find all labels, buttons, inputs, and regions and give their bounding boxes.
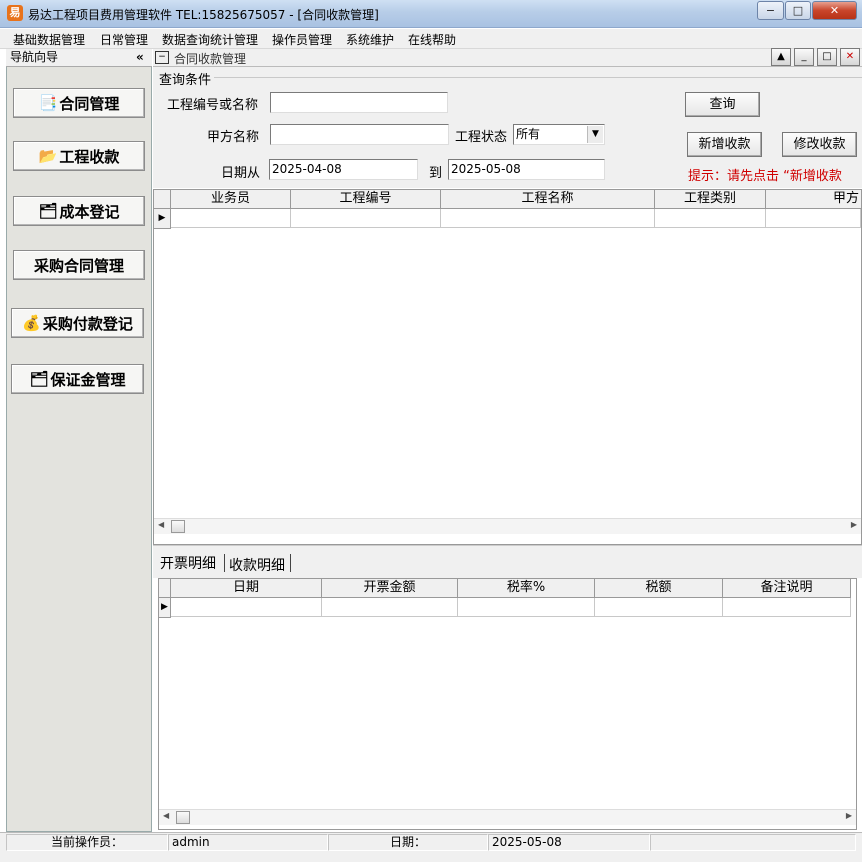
table-cell[interactable] [171, 209, 291, 228]
app-icon: 易 [7, 5, 23, 21]
detail-col-date[interactable]: 日期 [171, 579, 322, 598]
tab-divider [224, 554, 225, 572]
minimize-button[interactable]: − [757, 1, 784, 20]
child-scroll-up-icon[interactable]: ▲ [771, 48, 791, 66]
scroll-left-icon[interactable]: ◀ [158, 520, 164, 529]
hint-text: 提示：请先点击 “新增收款 [688, 169, 842, 184]
scroll-left-icon[interactable]: ◀ [163, 811, 169, 820]
search-button[interactable]: 查询 [685, 92, 760, 117]
party-label: 甲方名称 [207, 130, 260, 145]
project-label: 工程编号或名称 [167, 98, 259, 113]
scroll-thumb[interactable] [176, 811, 190, 824]
table-cell[interactable] [171, 598, 322, 617]
maximize-button[interactable]: □ [785, 1, 811, 20]
main-col-salesman[interactable]: 业务员 [171, 190, 291, 209]
detail-grid-hscrollbar[interactable]: ◀ ▶ [159, 809, 856, 825]
child-close-button[interactable]: ✕ [840, 48, 860, 66]
menu-daily[interactable]: 日常管理 [100, 31, 148, 48]
date-from-input[interactable]: 2025-04-08 [269, 159, 418, 180]
add-receipt-button[interactable]: 新增收款 [687, 132, 762, 157]
scroll-right-icon[interactable]: ▶ [846, 811, 852, 820]
main-col-project-no[interactable]: 工程编号 [291, 190, 441, 209]
chevron-down-icon[interactable]: ▼ [587, 126, 603, 143]
folder-icon: 📂 [38, 147, 58, 165]
table-cell[interactable] [766, 209, 861, 228]
status-date-label: 日期： [328, 834, 488, 851]
scroll-right-icon[interactable]: ▶ [851, 520, 857, 529]
nav-item-label: 采购付款登记 [42, 314, 133, 333]
detail-col-tax-rate[interactable]: 税率% [458, 579, 595, 598]
table-cell[interactable] [441, 209, 655, 228]
row-pointer-icon: ▶ [159, 598, 171, 618]
table-cell[interactable] [322, 598, 458, 617]
nav-item-contract[interactable]: 📑 合同管理 [13, 88, 145, 118]
table-cell[interactable] [458, 598, 595, 617]
table-cell[interactable] [291, 209, 441, 228]
status-select-value: 所有 [516, 127, 541, 141]
cost-icon: 🗂 [38, 202, 58, 220]
menu-basic-data[interactable]: 基础数据管理 [13, 31, 85, 48]
main-grid-corner [154, 190, 171, 209]
nav-item-deposit[interactable]: 🗂 保证金管理 [11, 364, 144, 394]
deposit-icon: 🗂 [29, 370, 49, 388]
status-label: 工程状态 [455, 130, 508, 145]
nav-item-label: 工程收款 [59, 147, 120, 166]
nav-item-label: 成本登记 [59, 202, 120, 221]
nav-item-label: 合同管理 [59, 94, 120, 113]
main-col-project-type[interactable]: 工程类别 [655, 190, 766, 209]
row-pointer-icon: ▶ [154, 209, 171, 229]
nav-collapse-button[interactable]: « [136, 50, 144, 64]
menu-help[interactable]: 在线帮助 [408, 31, 456, 48]
scroll-thumb[interactable] [171, 520, 185, 533]
main-grid-hscrollbar[interactable]: ◀ ▶ [154, 518, 861, 534]
child-minimize-button[interactable]: _ [794, 48, 814, 66]
menu-system[interactable]: 系统维护 [346, 31, 394, 48]
main-col-project-name[interactable]: 工程名称 [441, 190, 655, 209]
nav-item-cost[interactable]: 🗂 成本登记 [13, 196, 145, 226]
menu-query-stats[interactable]: 数据查询统计管理 [162, 31, 258, 48]
nav-item-receipt[interactable]: 📂 工程收款 [13, 141, 145, 171]
detail-grid-corner [159, 579, 171, 598]
close-button[interactable]: ✕ [812, 1, 857, 20]
group-divider [214, 77, 862, 78]
main-col-party[interactable]: 甲方 [766, 190, 862, 209]
table-cell[interactable] [595, 598, 723, 617]
child-window-titlebar [153, 49, 862, 67]
child-system-menu-icon[interactable]: − [155, 51, 169, 64]
date-to-input[interactable]: 2025-05-08 [448, 159, 605, 180]
tab-invoice-detail[interactable]: 开票明细 [160, 553, 216, 573]
nav-item-purchase-contract[interactable]: 采购合同管理 [13, 250, 145, 280]
money-bag-icon: 💰 [22, 314, 41, 332]
party-input[interactable] [270, 124, 449, 145]
query-group-label: 查询条件 [159, 73, 212, 88]
contract-icon: 📑 [38, 94, 58, 112]
nav-item-label: 保证金管理 [50, 370, 126, 389]
date-to-label: 到 [429, 166, 443, 181]
date-from-label: 日期从 [221, 166, 261, 181]
project-input[interactable] [270, 92, 448, 113]
status-operator: admin [168, 834, 328, 851]
window-title: 易达工程项目费用管理软件 TEL:15825675057 - [合同收款管理] [28, 8, 379, 22]
status-date: 2025-05-08 [488, 834, 650, 851]
detail-col-tax[interactable]: 税额 [595, 579, 723, 598]
child-maximize-button[interactable]: □ [817, 48, 837, 66]
detail-col-remarks[interactable]: 备注说明 [723, 579, 851, 598]
menu-operators[interactable]: 操作员管理 [272, 31, 332, 48]
tab-divider [290, 554, 291, 572]
tab-receipt-detail[interactable]: 收款明细 [229, 555, 285, 575]
status-select[interactable]: 所有 ▼ [513, 124, 605, 145]
nav-header: 导航向导 [6, 49, 152, 67]
status-operator-label: 当前操作员： [6, 834, 168, 851]
child-window-title: 合同收款管理 [174, 52, 247, 66]
nav-item-purchase-payment[interactable]: 💰 采购付款登记 [11, 308, 144, 338]
table-cell[interactable] [655, 209, 766, 228]
status-empty-panel [650, 834, 856, 851]
edit-receipt-button[interactable]: 修改收款 [782, 132, 857, 157]
main-grid[interactable] [153, 189, 862, 545]
nav-item-label: 采购合同管理 [33, 256, 124, 275]
table-cell[interactable] [723, 598, 851, 617]
detail-col-invoice-amount[interactable]: 开票金额 [322, 579, 458, 598]
